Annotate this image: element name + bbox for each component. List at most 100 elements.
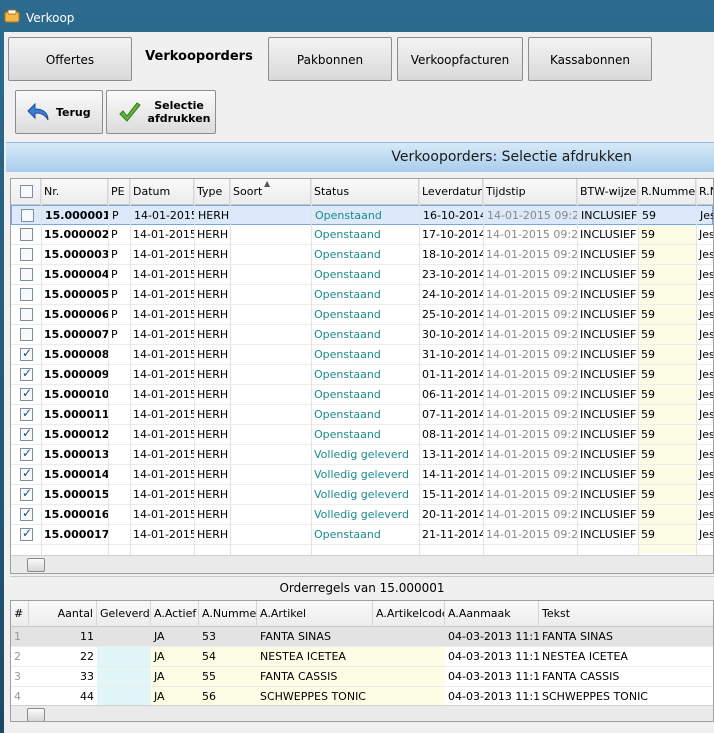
tab-kassabonnen[interactable]: Kassabonnen	[528, 37, 652, 81]
col-a-artikelcode[interactable]: A.Artikelcode	[373, 601, 445, 627]
col-pe[interactable]: PE	[108, 179, 130, 205]
order-row[interactable]: 15.000010 14-01-2015HERH Openstaand 06-11-2…	[11, 385, 713, 405]
orderline-row[interactable]: 1 11 JA 53 FANTA SINAS 04-03-2013 11:17 FANTA …	[11, 627, 713, 647]
col-type[interactable]: Type	[194, 179, 230, 205]
col-a-actief[interactable]: A.Actief	[151, 601, 199, 627]
row-checkbox[interactable]	[20, 386, 33, 401]
orderline-row[interactable]: 2 22 JA 54 NESTEA ICETEA 04-03-2013 11:17 NEST…	[11, 647, 713, 667]
tab-pakbonnen[interactable]: Pakbonnen	[268, 37, 392, 81]
col-datum[interactable]: Datum	[130, 179, 194, 205]
col-a-artikel[interactable]: A.Artikel	[257, 601, 373, 627]
order-row[interactable]: 15.000014 14-01-2015HERH Volledig geleverd…	[11, 465, 713, 485]
row-checkbox[interactable]	[20, 288, 33, 301]
col-tijdstip[interactable]: Tijdstip	[483, 179, 577, 205]
col-aantal[interactable]: Aantal	[29, 601, 97, 627]
row-checkbox[interactable]	[20, 228, 33, 241]
row-checkbox[interactable]	[20, 366, 33, 381]
cell-a-aanmaak: 04-03-2013 11:17	[448, 670, 539, 683]
order-row[interactable]: 15.000013 14-01-2015HERH Volledig geleverd…	[11, 445, 713, 465]
order-row[interactable]: 15.000006 P 14-01-2015 HERH Openstaand 25-10-…	[11, 305, 713, 325]
scroll-left-icon[interactable]	[13, 558, 27, 572]
app-icon	[4, 9, 20, 23]
row-checkbox[interactable]	[20, 526, 33, 541]
order-row[interactable]: 15.000017 14-01-2015HERH Openstaand 21-11-2…	[11, 525, 713, 545]
col-soort[interactable]: Soort ▲	[230, 179, 311, 205]
order-row[interactable]: 15.000007 P 14-01-2015 HERH Openstaand 30-10-…	[11, 325, 713, 345]
orders-grid[interactable]: Nr. PE Datum Type Soort ▲ Status Leverdat…	[10, 178, 714, 574]
row-checkbox[interactable]	[20, 426, 33, 441]
cell-type: HERH	[198, 209, 230, 222]
col-nr[interactable]: Nr.	[41, 179, 108, 205]
tab-label: Kassabonnen	[549, 53, 631, 67]
cell-datum: 14-01-2015	[133, 268, 194, 281]
col-tekst[interactable]: Tekst	[539, 601, 713, 627]
cell-nr: 15.000010	[44, 388, 108, 401]
col-geleverd[interactable]: Geleverd	[97, 601, 151, 627]
order-row[interactable]: 15.000008 14-01-2015HERH Openstaand 31-10-2…	[11, 345, 713, 365]
cell-pe	[108, 525, 130, 545]
row-checkbox[interactable]	[20, 268, 33, 281]
col-a-nummer[interactable]: A.Nummer	[199, 601, 257, 627]
row-checkbox[interactable]	[20, 308, 33, 321]
scroll-left-icon[interactable]	[13, 708, 27, 721]
order-row[interactable]: 15.000015 14-01-2015HERH Volledig geleverd…	[11, 485, 713, 505]
order-row[interactable]: 15.000011 14-01-2015HERH Openstaand 07-11-2…	[11, 405, 713, 425]
cell-datum: 14-01-2015	[133, 288, 194, 301]
orderline-row[interactable]: 3 33 JA 55 FANTA CASSIS 04-03-2013 11:17 FANTA…	[11, 667, 713, 687]
orderlines-horizontal-scrollbar[interactable]	[11, 705, 713, 721]
order-row[interactable]: 15.000001 P 14-01-2015 HERH Openstaand 16-10-…	[11, 205, 713, 225]
grid-line	[130, 179, 131, 573]
order-row[interactable]: 15.000009 14-01-2015HERH Openstaand 01-11-2…	[11, 365, 713, 385]
cell-nr: 15.000007	[44, 328, 108, 341]
order-row[interactable]: 15.000005 P 14-01-2015 HERH Openstaand 24-10-…	[11, 285, 713, 305]
cell-rnummer: 59	[641, 348, 655, 361]
cell-soort	[230, 285, 311, 305]
cell-row-number: 4	[14, 690, 21, 703]
cell-aantal: 33	[80, 670, 94, 683]
row-checkbox[interactable]	[21, 209, 34, 222]
orders-horizontal-scrollbar[interactable]	[11, 555, 713, 573]
cell-a-artikelcode	[373, 687, 445, 707]
orderlines-grid[interactable]: # Aantal Geleverd A.Actief A.Nummer A.Ar…	[10, 600, 714, 722]
cell-leverdatum: 21-11-2014	[422, 528, 483, 541]
row-checkbox[interactable]	[20, 248, 33, 261]
cell-a-nummer: 55	[202, 670, 216, 683]
order-row[interactable]: 15.000016 14-01-2015HERH Volledig geleverd…	[11, 505, 713, 525]
row-checkbox[interactable]	[20, 506, 33, 521]
cell-a-artikelcode	[373, 627, 445, 647]
grid-line	[230, 179, 231, 573]
order-row[interactable]: 15.000012 14-01-2015HERH Openstaand 08-11-2…	[11, 425, 713, 445]
tab-verkooporders[interactable]: Verkooporders	[136, 37, 262, 81]
row-checkbox[interactable]	[20, 346, 33, 361]
col-rnummer[interactable]: R.Nummer	[638, 179, 696, 205]
order-row[interactable]: 15.000002 P 14-01-2015 HERH Openstaand 17-10-…	[11, 225, 713, 245]
cell-tijdstip: 14-01-2015 09:29	[486, 448, 577, 461]
scrollbar-thumb[interactable]	[27, 708, 45, 721]
col-leverdatum[interactable]: Leverdatum	[419, 179, 483, 205]
print-selection-button[interactable]: Selectie afdrukken	[106, 90, 216, 134]
row-checkbox[interactable]	[20, 466, 33, 481]
order-row[interactable]: 15.000004 P 14-01-2015 HERH Openstaand 23-10-…	[11, 265, 713, 285]
tab-offertes[interactable]: Offertes	[8, 37, 132, 81]
col-a-aanmaak[interactable]: A.Aanmaak	[445, 601, 539, 627]
order-row[interactable]: 15.000003 P 14-01-2015 HERH Openstaand 18-10-…	[11, 245, 713, 265]
row-checkbox[interactable]	[20, 446, 33, 461]
cell-rn: Jes	[699, 448, 714, 461]
cell-tijdstip: 14-01-2015 09:29	[486, 308, 577, 321]
cell-rnummer: 59	[641, 448, 655, 461]
cell-btw: INCLUSIEF	[580, 248, 637, 261]
col-btw-wijze[interactable]: BTW-wijze	[577, 179, 638, 205]
back-button[interactable]: Terug	[15, 90, 103, 134]
grid-line	[577, 179, 578, 573]
row-checkbox[interactable]	[20, 328, 33, 341]
scrollbar-thumb[interactable]	[27, 558, 45, 572]
col-status[interactable]: Status	[311, 179, 419, 205]
col-rn[interactable]: R.N	[696, 179, 713, 205]
row-checkbox[interactable]	[20, 406, 33, 421]
cell-nr: 15.000006	[44, 308, 108, 321]
tab-verkoopfacturen[interactable]: Verkoopfacturen	[397, 37, 523, 81]
title-bar[interactable]: Verkoop	[0, 0, 714, 32]
orderline-row[interactable]: 4 44 JA 56 SCHWEPPES TONIC 04-03-2013 11:17 SC…	[11, 687, 713, 707]
row-checkbox[interactable]	[20, 486, 33, 501]
col-row-number[interactable]: #	[11, 601, 29, 627]
